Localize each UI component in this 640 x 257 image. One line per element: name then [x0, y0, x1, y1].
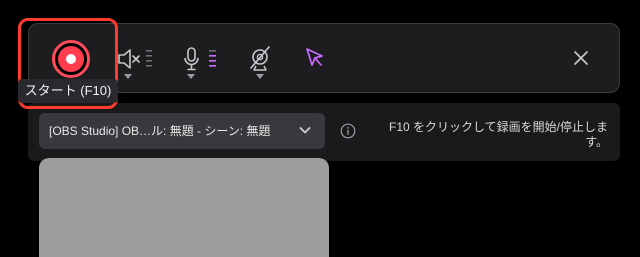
webcam-off-icon	[250, 46, 270, 71]
info-icon[interactable]	[340, 123, 356, 139]
microphone-chevron-down-icon[interactable]	[187, 74, 195, 79]
close-icon	[574, 51, 588, 65]
speaker-button[interactable]	[116, 46, 156, 72]
source-select-value: [OBS Studio] OB…ル: 無題 - シーン: 無題	[49, 124, 271, 138]
speaker-chevron-down-icon[interactable]	[124, 74, 132, 79]
close-button[interactable]	[572, 49, 590, 67]
hint-text: F10 をクリックして録画を開始/停止します。	[389, 120, 608, 149]
source-select[interactable]: [OBS Studio] OB…ル: 無題 - シーン: 無題	[39, 113, 325, 149]
microphone-icon	[184, 47, 216, 71]
webcam-button[interactable]	[248, 46, 272, 72]
cursor-icon	[306, 48, 323, 66]
record-tooltip: スタート (F10)	[18, 79, 118, 103]
speaker-muted-icon	[118, 49, 152, 69]
cursor-button[interactable]	[304, 46, 326, 70]
preview-area	[39, 158, 329, 257]
webcam-chevron-down-icon[interactable]	[256, 74, 264, 79]
chevron-down-icon	[299, 127, 311, 134]
microphone-button[interactable]	[180, 46, 220, 72]
